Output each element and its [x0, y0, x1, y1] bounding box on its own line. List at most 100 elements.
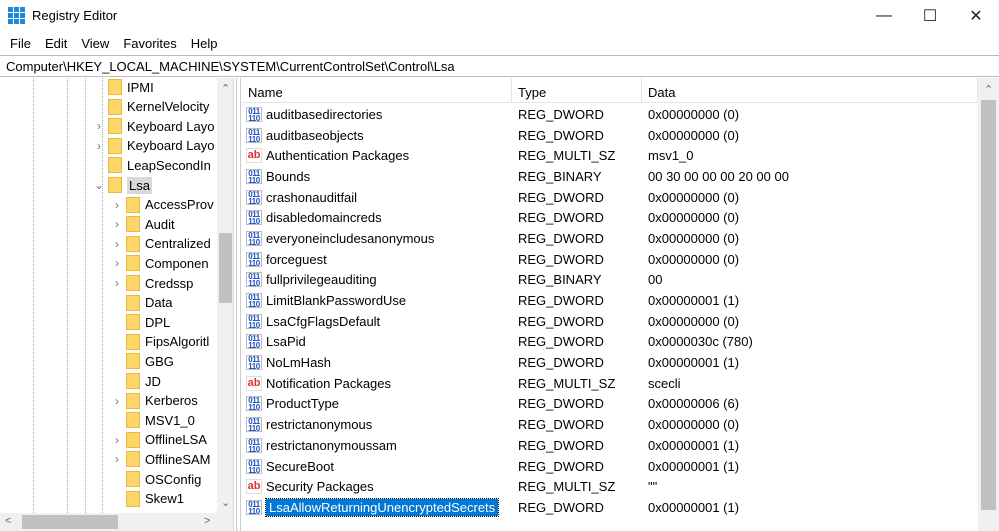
value-row[interactable]: 011 110 ProductType REG_DWORD 0x00000006 (6)	[242, 394, 789, 415]
tree-item[interactable]: › Componen	[110, 253, 209, 273]
tree-item[interactable]: Data	[110, 293, 172, 313]
tree-hscroll-thumb[interactable]	[22, 515, 118, 529]
menu-help[interactable]: Help	[184, 36, 225, 51]
title-bar: Registry Editor — ☐ ✕	[0, 0, 999, 31]
tree-item[interactable]: › Audit	[110, 214, 175, 234]
binary-value-icon: 011 110	[246, 127, 262, 143]
value-name: crashonauditfail	[266, 189, 358, 205]
column-header-type[interactable]: Type	[512, 78, 642, 102]
value-name-cell: 011 110 LsaAllowReturningUnencryptedSecret…	[242, 497, 512, 517]
folder-icon	[126, 314, 140, 331]
value-name: Authentication Packages	[266, 148, 410, 164]
tree-item[interactable]: › OfflineLSA	[110, 430, 207, 450]
menu-favorites[interactable]: Favorites	[116, 36, 183, 51]
value-row[interactable]: 011 110 Bounds REG_BINARY 00 30 00 00 00 20 …	[242, 166, 789, 187]
menu-view[interactable]: View	[74, 36, 116, 51]
tree-item[interactable]: DPL	[110, 312, 170, 332]
menu-edit[interactable]: Edit	[38, 36, 74, 51]
value-row[interactable]: 011 110 auditbasedirectories REG_DWORD 0x000…	[242, 104, 789, 125]
tree-item[interactable]: OSConfig	[110, 469, 201, 489]
tree-item[interactable]: › Centralized	[110, 234, 211, 254]
tree-item[interactable]: JD	[110, 371, 161, 391]
value-row[interactable]: 011 110 disabledomaincreds REG_DWORD 0x00000…	[242, 207, 789, 228]
value-data: msv1_0	[648, 148, 694, 164]
list-vertical-scrollbar[interactable]: ⌃	[978, 78, 999, 531]
tree-vertical-scrollbar[interactable]: ⌃ ⌄	[217, 78, 233, 513]
value-row[interactable]: 011 110 forceguest REG_DWORD 0x00000000 (0)	[242, 249, 789, 270]
chevron-right-icon[interactable]: ›	[110, 394, 124, 408]
tree-item-label: IPMI	[127, 79, 154, 95]
value-row[interactable]: 011 110 auditbaseobjects REG_DWORD 0x0000000…	[242, 125, 789, 146]
column-header-name[interactable]: Name	[242, 78, 512, 102]
binary-value-icon: 011 110	[246, 251, 262, 267]
value-row[interactable]: 011 110 LsaPid REG_DWORD 0x0000030c (780)	[242, 332, 789, 353]
value-data: scecli	[648, 375, 681, 391]
folder-icon	[126, 392, 140, 409]
value-name-cell: 011 110 LsaCfgFlagsDefault	[242, 313, 512, 329]
value-row[interactable]: 011 110 restrictanonymoussam REG_DWORD 0x000…	[242, 435, 789, 456]
key-tree[interactable]: IPMI KernelVelocity › Keyboard Layo › Keyboar…	[0, 78, 234, 531]
value-type: REG_DWORD	[518, 437, 604, 453]
value-data: 0x00000001 (1)	[648, 499, 740, 515]
tree-item-label: OfflineSAM	[145, 451, 211, 467]
close-button[interactable]: ✕	[953, 0, 999, 31]
value-name-cell: 011 110 auditbasedirectories	[242, 106, 512, 122]
value-row[interactable]: 011 110 SecureBoot REG_DWORD 0x00000001 (1)	[242, 456, 789, 477]
minimize-button[interactable]: —	[861, 0, 907, 31]
chevron-right-icon[interactable]: ›	[110, 237, 124, 251]
tree-item[interactable]: Skew1	[110, 489, 184, 509]
value-row[interactable]: 011 110 LsaAllowReturningUnencryptedSecret…	[242, 497, 789, 518]
tree-item[interactable]: MSV1_0	[110, 410, 195, 430]
chevron-right-icon[interactable]: ›	[110, 198, 124, 212]
chevron-right-icon[interactable]: ›	[110, 256, 124, 270]
value-name-cell: 011 110 disabledomaincreds	[242, 210, 512, 226]
tree-item[interactable]: › Keyboard Layo	[92, 116, 214, 136]
tree-item-label: OSConfig	[145, 471, 202, 487]
chevron-right-icon[interactable]: ›	[92, 119, 106, 133]
tree-item[interactable]: › OfflineSAM	[110, 449, 211, 469]
tree-scroll-thumb[interactable]	[219, 233, 232, 303]
tree-item[interactable]: › Keyboard Layo	[92, 136, 214, 156]
chevron-right-icon[interactable]: ›	[110, 217, 124, 231]
tree-item[interactable]: LeapSecondIn	[92, 155, 211, 175]
column-header-data[interactable]: Data	[642, 78, 978, 102]
value-row[interactable]: ab Security Packages REG_MULTI_SZ ""	[242, 476, 789, 497]
chevron-right-icon[interactable]: ›	[110, 276, 124, 290]
value-name-cell: 011 110 ProductType	[242, 396, 512, 412]
value-row[interactable]: 011 110 NoLmHash REG_DWORD 0x00000001 (1)	[242, 352, 789, 373]
tree-item[interactable]: IPMI	[92, 78, 154, 97]
chevron-down-icon[interactable]: ⌄	[92, 178, 106, 192]
maximize-button[interactable]: ☐	[907, 0, 953, 31]
chevron-right-icon[interactable]: ›	[110, 433, 124, 447]
value-row[interactable]: 011 110 LsaCfgFlagsDefault REG_DWORD 0x00000…	[242, 311, 789, 332]
value-row[interactable]: 011 110 crashonauditfail REG_DWORD 0x0000000…	[242, 187, 789, 208]
tree-item-label: Skew1	[145, 491, 185, 507]
tree-item[interactable]: KernelVelocity	[92, 97, 209, 117]
value-row[interactable]: ab Notification Packages REG_MULTI_SZ scecl…	[242, 373, 789, 394]
folder-icon	[108, 177, 122, 193]
value-name-cell: 011 110 restrictanonymoussam	[242, 437, 512, 453]
folder-icon	[126, 216, 140, 233]
value-name: everyoneincludesanonymous	[266, 230, 435, 246]
list-scroll-thumb[interactable]	[981, 100, 996, 510]
pane-splitter[interactable]	[236, 78, 241, 531]
value-row[interactable]: 011 110 everyoneincludesanonymous REG_DWORD…	[242, 228, 789, 249]
tree-horizontal-scrollbar[interactable]: < >	[0, 513, 233, 531]
value-row[interactable]: 011 110 fullprivilegeauditing REG_BINARY 00	[242, 270, 789, 291]
tree-item[interactable]: ⌄ Lsa	[92, 175, 152, 195]
tree-item[interactable]: › AccessProv	[110, 195, 214, 215]
address-bar[interactable]: Computer\HKEY_LOCAL_MACHINE\SYSTEM\Curre…	[0, 55, 999, 77]
value-name: auditbaseobjects	[266, 127, 364, 143]
tree-item[interactable]: GBG	[110, 351, 174, 371]
chevron-right-icon[interactable]: ›	[92, 139, 106, 153]
tree-item[interactable]: › Credssp	[110, 273, 193, 293]
value-row[interactable]: 011 110 restrictanonymous REG_DWORD 0x000000…	[242, 414, 789, 435]
chevron-right-icon[interactable]: ›	[110, 452, 124, 466]
value-type: REG_DWORD	[518, 458, 604, 474]
binary-value-icon: 011 110	[246, 355, 262, 371]
value-row[interactable]: 011 110 LimitBlankPasswordUse REG_DWORD 0x00…	[242, 290, 789, 311]
tree-item[interactable]: › Kerberos	[110, 391, 198, 411]
value-row[interactable]: ab Authentication Packages REG_MULTI_SZ msv…	[242, 145, 789, 166]
tree-item[interactable]: FipsAlgoritl	[110, 332, 209, 352]
menu-file[interactable]: File	[3, 36, 38, 51]
